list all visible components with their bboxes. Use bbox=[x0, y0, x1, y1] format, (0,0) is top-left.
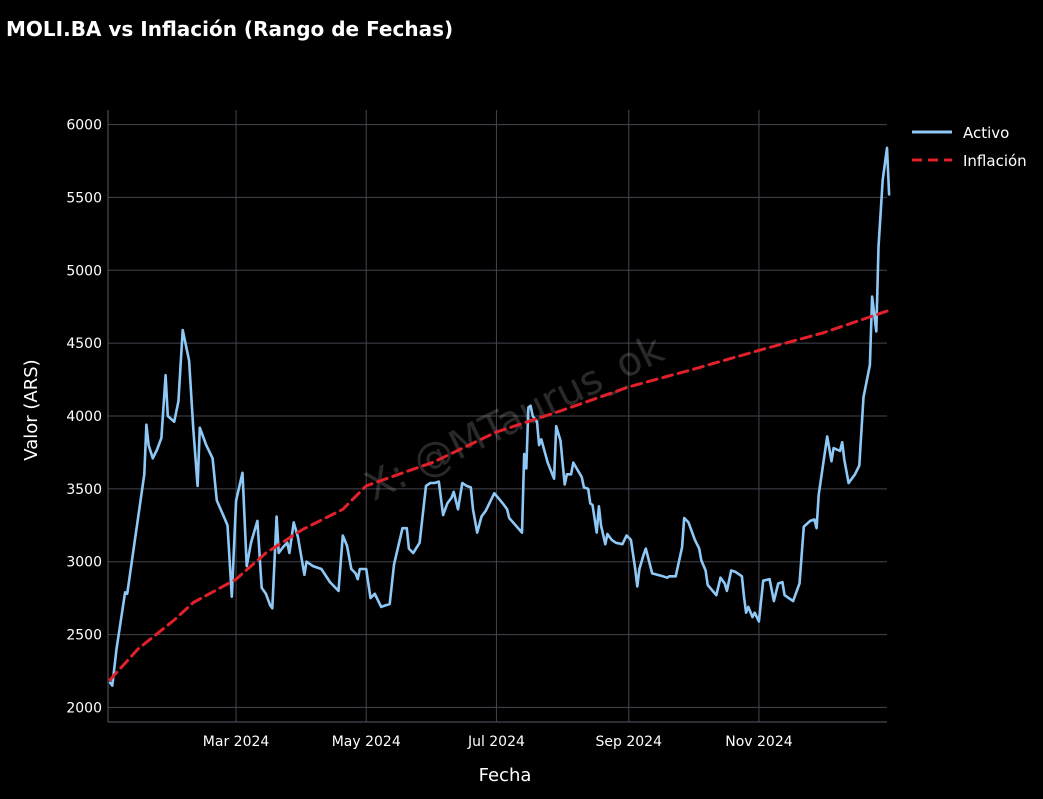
y-tick-label: 3000 bbox=[66, 555, 102, 571]
watermark-text: X: @MTaurus_ok bbox=[358, 326, 672, 511]
y-tick-label: 3500 bbox=[66, 482, 102, 498]
y-tick-label: 4500 bbox=[66, 336, 102, 352]
y-tick-label: 6000 bbox=[66, 118, 102, 134]
chart-title: MOLI.BA vs Inflación (Rango de Fechas) bbox=[6, 17, 453, 41]
x-tick-label: May 2024 bbox=[332, 734, 401, 750]
series-line-inflacion[interactable] bbox=[108, 309, 889, 682]
x-tick-label: Sep 2024 bbox=[596, 734, 663, 750]
y-tick-label: 5500 bbox=[66, 190, 102, 206]
x-tick-label: Mar 2024 bbox=[203, 734, 270, 750]
legend-item-inflacion[interactable]: Inflación bbox=[912, 152, 1027, 170]
legend-item-activo[interactable]: Activo bbox=[912, 124, 1009, 142]
chart-canvas: MOLI.BA vs Inflación (Rango de Fechas) X… bbox=[6, 17, 1027, 786]
legend-label: Activo bbox=[963, 124, 1009, 142]
x-tick-label: Nov 2024 bbox=[725, 734, 792, 750]
y-axis-title: Valor (ARS) bbox=[21, 359, 42, 460]
y-tick-label: 2000 bbox=[66, 700, 102, 716]
y-tick-label: 4000 bbox=[66, 409, 102, 425]
legend[interactable]: Activo Inflación bbox=[912, 124, 1027, 170]
x-tick-label: Jul 2024 bbox=[467, 734, 525, 750]
x-axis-title: Fecha bbox=[479, 765, 532, 786]
y-tick-label: 5000 bbox=[66, 263, 102, 279]
legend-label: Inflación bbox=[963, 152, 1027, 170]
y-tick-label: 2500 bbox=[66, 628, 102, 644]
